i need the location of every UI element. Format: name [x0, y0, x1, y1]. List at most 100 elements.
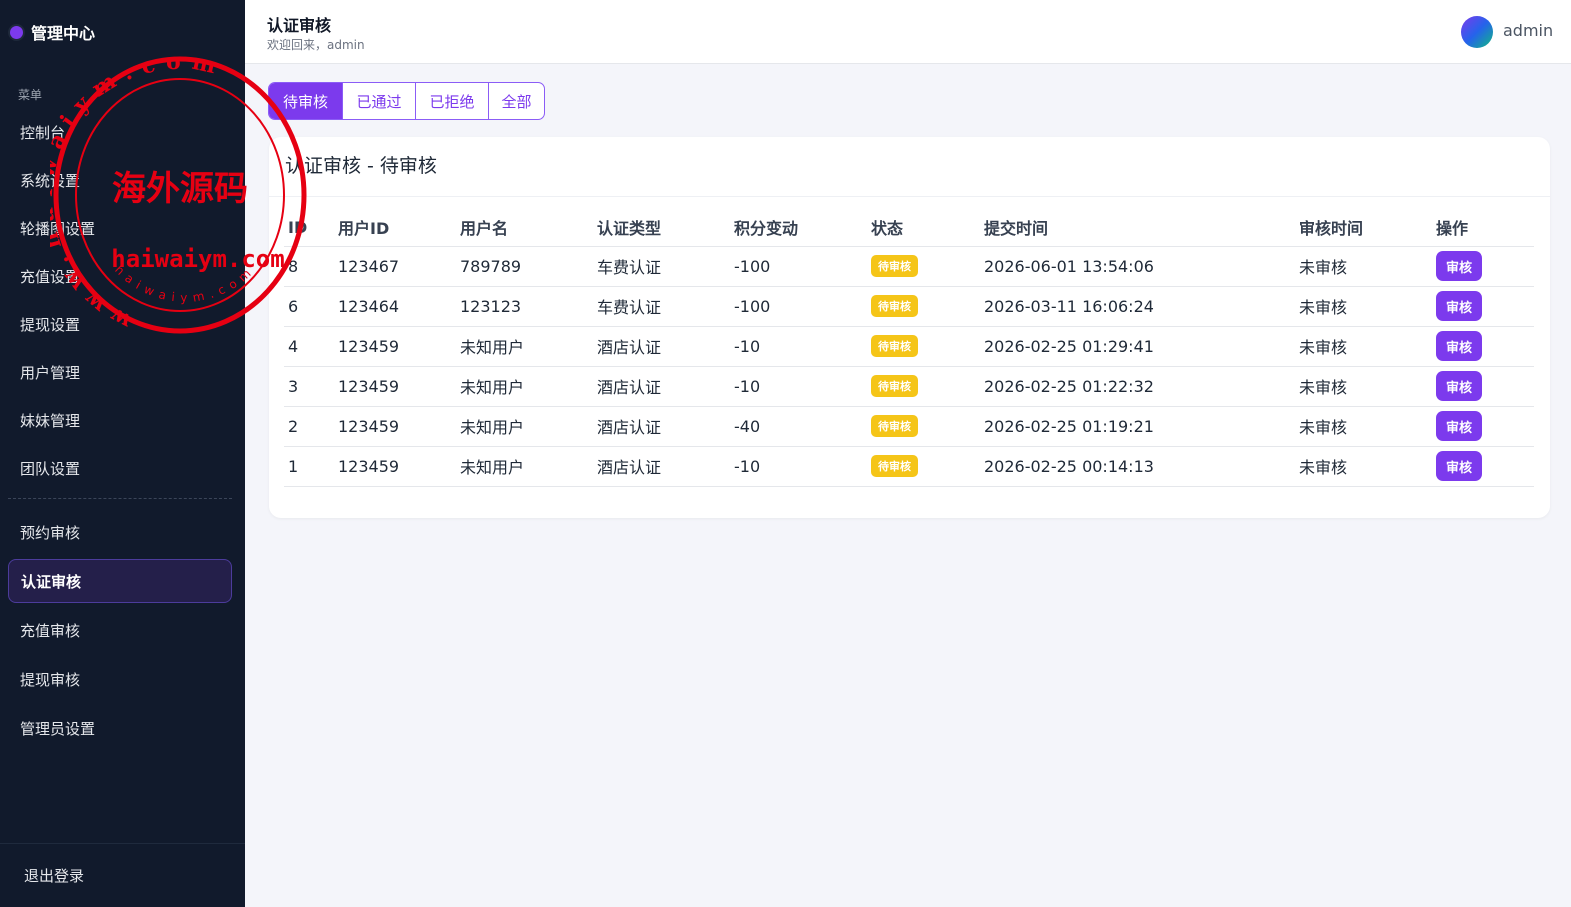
cell-reviewed: 未审核 — [1295, 406, 1432, 447]
sidebar-item-system-settings[interactable]: 系统设置 — [8, 158, 232, 202]
table-body: 8 123467 789789 车费认证 -100 待审核 2026-06-01 13:54… — [284, 246, 1534, 487]
status-badge: 待审核 — [871, 255, 918, 277]
top-header: 认证审核 欢迎回来，admin admin — [245, 0, 1571, 64]
cell-username: 未知用户 — [456, 406, 593, 447]
user-name[interactable]: admin — [1503, 21, 1553, 40]
sidebar-item-dashboard[interactable]: 控制台 — [8, 110, 232, 154]
table-row: 8 123467 789789 车费认证 -100 待审核 2026-06-01 13:54… — [284, 246, 1534, 287]
review-button[interactable]: 审核 — [1436, 251, 1482, 281]
sidebar-item-team-settings[interactable]: 团队设置 — [8, 446, 232, 490]
table-row: 6 123464 123123 车费认证 -100 待审核 2026-03-11 16:06… — [284, 286, 1534, 327]
cell-action: 审核 — [1432, 326, 1534, 367]
cell-status: 待审核 — [867, 446, 980, 487]
cell-username: 未知用户 — [456, 366, 593, 407]
sidebar-item-withdraw-review[interactable]: 提现审核 — [8, 657, 232, 701]
cell-user-id: 123459 — [334, 446, 456, 487]
cell-points: -100 — [730, 246, 867, 287]
cell-username: 未知用户 — [456, 446, 593, 487]
sidebar-item-booking-review[interactable]: 预约审核 — [8, 510, 232, 554]
review-button[interactable]: 审核 — [1436, 411, 1482, 441]
tab-all[interactable]: 全部 — [488, 83, 544, 119]
column-header-reviewed: 审核时间 — [1295, 209, 1432, 247]
cell-submitted: 2026-02-25 00:14:13 — [980, 446, 1295, 487]
review-table: ID 用户ID 用户名 认证类型 积分变动 状态 提交时间 审核时间 操作 81… — [284, 209, 1534, 487]
cell-type: 酒店认证 — [593, 326, 730, 367]
sidebar-item-girl-management[interactable]: 妹妹管理 — [8, 398, 232, 442]
card-title: 认证审核 - 待审核 — [285, 155, 437, 177]
sidebar-item-recharge-review[interactable]: 充值审核 — [8, 608, 232, 652]
cell-status: 待审核 — [867, 246, 980, 287]
logout-button[interactable]: 退出登录 — [12, 855, 212, 895]
sidebar: 管理中心 菜单 控制台 系统设置 轮播图设置 充值设置 提现设置 用户管理 妹妹管理 团队设置… — [0, 0, 245, 907]
column-header-user-id: 用户ID — [334, 209, 456, 247]
table-row: 2 123459 未知用户 酒店认证 -40 待审核 2026-02-25 01:19:21… — [284, 406, 1534, 447]
cell-id: 2 — [284, 406, 334, 447]
cell-reviewed: 未审核 — [1295, 446, 1432, 487]
cell-type: 车费认证 — [593, 246, 730, 287]
brand-logo-icon — [10, 25, 23, 39]
sidebar-item-admin-settings[interactable]: 管理员设置 — [8, 706, 232, 750]
status-badge: 待审核 — [871, 415, 918, 437]
cell-username: 未知用户 — [456, 326, 593, 367]
avatar[interactable] — [1461, 16, 1493, 48]
cell-user-id: 123459 — [334, 326, 456, 367]
sidebar-item-recharge-settings[interactable]: 充值设置 — [8, 254, 232, 298]
cell-user-id: 123459 — [334, 406, 456, 447]
column-header-status: 状态 — [867, 209, 980, 247]
tab-approved[interactable]: 已通过 — [342, 83, 415, 119]
cell-points: -10 — [730, 446, 867, 487]
status-badge: 待审核 — [871, 295, 918, 317]
cell-reviewed: 未审核 — [1295, 366, 1432, 407]
sidebar-item-verification-review[interactable]: 认证审核 — [8, 559, 232, 603]
cell-type: 酒店认证 — [593, 446, 730, 487]
cell-points: -10 — [730, 366, 867, 407]
tab-pending[interactable]: 待审核 — [269, 83, 342, 119]
cell-type: 酒店认证 — [593, 366, 730, 407]
brand-title: 管理中心 — [31, 24, 96, 43]
cell-user-id: 123467 — [334, 246, 456, 287]
cell-id: 3 — [284, 366, 334, 407]
table-row: 1 123459 未知用户 酒店认证 -10 待审核 2026-02-25 00:14:13… — [284, 446, 1534, 487]
page-title: 认证审核 — [267, 16, 332, 35]
column-header-submitted: 提交时间 — [980, 209, 1295, 247]
card-divider — [269, 196, 1550, 197]
cell-action: 审核 — [1432, 246, 1534, 287]
status-badge: 待审核 — [871, 455, 918, 477]
cell-id: 8 — [284, 246, 334, 287]
review-button[interactable]: 审核 — [1436, 451, 1482, 481]
cell-points: -40 — [730, 406, 867, 447]
cell-type: 车费认证 — [593, 286, 730, 327]
cell-reviewed: 未审核 — [1295, 286, 1432, 327]
column-header-username: 用户名 — [456, 209, 593, 247]
cell-points: -10 — [730, 326, 867, 367]
cell-status: 待审核 — [867, 286, 980, 327]
status-badge: 待审核 — [871, 335, 918, 357]
cell-action: 审核 — [1432, 406, 1534, 447]
status-tabs: 待审核 已通过 已拒绝 全部 — [268, 82, 545, 120]
cell-reviewed: 未审核 — [1295, 246, 1432, 287]
sidebar-footer-divider — [0, 843, 245, 844]
cell-submitted: 2026-02-25 01:22:32 — [980, 366, 1295, 407]
column-header-points: 积分变动 — [730, 209, 867, 247]
cell-status: 待审核 — [867, 366, 980, 407]
review-button[interactable]: 审核 — [1436, 291, 1482, 321]
cell-submitted: 2026-02-25 01:19:21 — [980, 406, 1295, 447]
cell-user-id: 123459 — [334, 366, 456, 407]
cell-submitted: 2026-03-11 16:06:24 — [980, 286, 1295, 327]
cell-action: 审核 — [1432, 446, 1534, 487]
status-badge: 待审核 — [871, 375, 918, 397]
cell-status: 待审核 — [867, 406, 980, 447]
review-card: 认证审核 - 待审核 ID 用户ID 用户名 认证类型 积分变动 状态 提交时间… — [269, 137, 1550, 518]
cell-action: 审核 — [1432, 286, 1534, 327]
tab-rejected[interactable]: 已拒绝 — [415, 83, 488, 119]
sidebar-divider — [8, 498, 232, 499]
menu-caption: 菜单 — [18, 88, 43, 102]
sidebar-item-withdraw-settings[interactable]: 提现设置 — [8, 302, 232, 346]
review-button[interactable]: 审核 — [1436, 331, 1482, 361]
cell-id: 4 — [284, 326, 334, 367]
sidebar-item-user-management[interactable]: 用户管理 — [8, 350, 232, 394]
cell-status: 待审核 — [867, 326, 980, 367]
table-header-row: ID 用户ID 用户名 认证类型 积分变动 状态 提交时间 审核时间 操作 — [284, 209, 1534, 247]
review-button[interactable]: 审核 — [1436, 371, 1482, 401]
sidebar-item-carousel-settings[interactable]: 轮播图设置 — [8, 206, 232, 250]
